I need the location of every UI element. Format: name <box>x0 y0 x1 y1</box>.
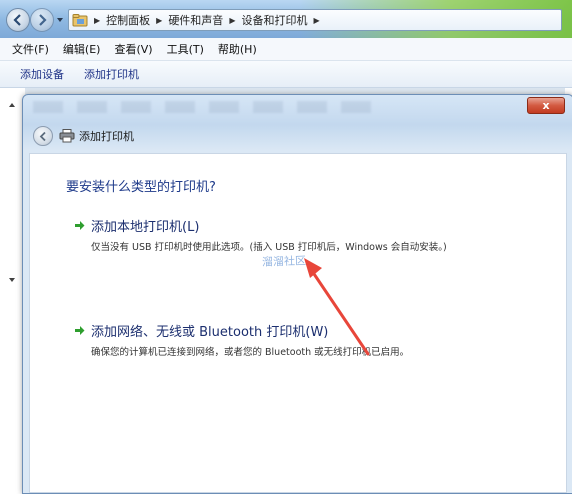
menu-help[interactable]: 帮助(H) <box>211 41 264 57</box>
green-arrow-icon <box>75 221 85 230</box>
close-icon: x <box>542 99 550 112</box>
command-bar: 添加设备 添加打印机 <box>0 61 572 88</box>
back-button[interactable] <box>6 8 30 32</box>
forward-button[interactable] <box>30 8 54 32</box>
breadcrumb-devices-printers[interactable]: 设备和打印机 <box>238 12 310 28</box>
recent-pages-dropdown-icon[interactable] <box>56 16 64 24</box>
dialog-body: 要安装什么类型的打印机? 添加本地打印机(L) 仅当没有 USB 打印机时使用此… <box>29 153 567 493</box>
dialog-title: 添加打印机 <box>79 130 134 143</box>
question-heading: 要安装什么类型的打印机? <box>66 180 216 195</box>
watermark-text: 溜溜社区 <box>261 254 307 269</box>
option-row[interactable]: 添加网络、无线或 Bluetooth 打印机(W) <box>74 321 409 340</box>
chevron-right-icon: ▶ <box>94 15 101 25</box>
breadcrumb-hardware-sound[interactable]: 硬件和声音 <box>165 12 226 28</box>
add-network-printer-description: 确保您的计算机已连接到网络，或者您的 Bluetooth 或无线打印机已启用。 <box>91 347 410 358</box>
dialog-header: 添加打印机 <box>29 121 567 151</box>
green-arrow-icon <box>75 326 85 335</box>
chevron-right-icon[interactable]: ▶ <box>310 16 322 25</box>
menu-view[interactable]: 查看(V) <box>107 41 159 57</box>
option-row[interactable]: 添加本地打印机(L) <box>74 216 447 235</box>
menu-file[interactable]: 文件(F) <box>0 41 56 57</box>
add-printer-dialog: x 添加打印机 要安装什么类型的打印机? 添加本地打印机(L) 仅当没有 USB… <box>22 94 572 494</box>
printer-icon <box>59 129 75 143</box>
back-arrow-icon <box>39 131 46 141</box>
menu-bar: 文件(F) 编辑(E) 查看(V) 工具(T) 帮助(H) <box>0 38 572 61</box>
dialog-title-blur <box>33 101 373 113</box>
breadcrumb-control-panel[interactable]: 控制面板 <box>103 12 153 28</box>
scroll-down-icon[interactable] <box>9 278 15 282</box>
forward-icon <box>39 14 47 26</box>
navigation-pane <box>0 88 20 485</box>
add-network-printer-link[interactable]: 添加网络、无线或 Bluetooth 打印机(W) <box>91 321 328 340</box>
add-local-printer-description: 仅当没有 USB 打印机时使用此选项。(插入 USB 打印机后，Windows … <box>91 242 447 253</box>
chevron-right-icon[interactable]: ▶ <box>226 16 238 25</box>
add-local-printer-link[interactable]: 添加本地打印机(L) <box>91 216 199 235</box>
add-local-printer-option[interactable]: 添加本地打印机(L) 仅当没有 USB 打印机时使用此选项。(插入 USB 打印… <box>74 216 447 253</box>
back-icon <box>13 14 21 26</box>
menu-tools[interactable]: 工具(T) <box>160 41 211 57</box>
add-network-printer-option[interactable]: 添加网络、无线或 Bluetooth 打印机(W) 确保您的计算机已连接到网络，… <box>74 321 409 358</box>
add-printer-button[interactable]: 添加打印机 <box>74 66 149 82</box>
add-device-button[interactable]: 添加设备 <box>0 66 74 82</box>
close-button[interactable]: x <box>527 97 565 114</box>
dialog-back-button[interactable] <box>33 126 53 146</box>
address-bar[interactable]: ▶ 控制面板 ▶ 硬件和声音 ▶ 设备和打印机 ▶ <box>68 9 562 31</box>
explorer-titlebar: ▶ 控制面板 ▶ 硬件和声音 ▶ 设备和打印机 ▶ <box>0 0 572 38</box>
chevron-right-icon[interactable]: ▶ <box>153 16 165 25</box>
control-panel-folder-icon <box>72 14 88 27</box>
scroll-up-icon[interactable] <box>9 103 15 107</box>
menu-edit[interactable]: 编辑(E) <box>56 41 108 57</box>
